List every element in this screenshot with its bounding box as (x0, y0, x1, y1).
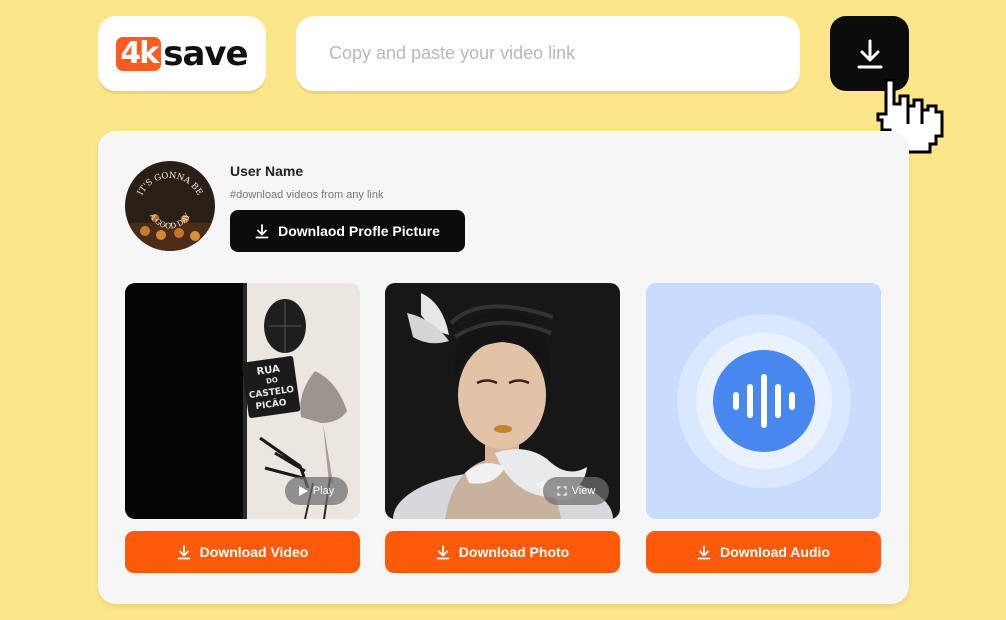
photo-thumbnail[interactable]: View (385, 283, 620, 519)
download-video-button[interactable]: Download Video (125, 531, 360, 573)
logo-mark: 4k save (116, 33, 249, 74)
download-icon (697, 544, 711, 559)
audio-thumbnail[interactable] (646, 283, 881, 519)
link-input-container (296, 16, 800, 91)
username: User Name (230, 163, 304, 179)
logo-number: 4k (116, 36, 162, 71)
download-icon (436, 544, 450, 559)
avatar: IT'S GONNA BE A GOOD DAY (125, 161, 215, 251)
download-photo-button[interactable]: Download Photo (385, 531, 620, 573)
download-audio-button[interactable]: Download Audio (646, 531, 881, 573)
download-icon (255, 223, 269, 238)
video-thumbnail[interactable]: RUA DO CASTELO PICÃO Play (125, 283, 360, 519)
video-link-input[interactable] (327, 42, 800, 65)
download-audio-label: Download Audio (720, 544, 830, 560)
download-profile-picture-label: Downlaod Profle Picture (278, 223, 440, 239)
svg-text:DO: DO (266, 376, 279, 386)
download-photo-label: Download Photo (458, 544, 570, 560)
logo-word: save (163, 33, 248, 74)
download-video-label: Download Video (199, 544, 309, 560)
play-icon (298, 486, 308, 496)
results-card: IT'S GONNA BE A GOOD DAY User Name #down… (98, 131, 909, 604)
logo[interactable]: 4k save (98, 16, 266, 91)
download-profile-picture-button[interactable]: Downlaod Profle Picture (230, 210, 465, 252)
user-tagline: #download videos from any link (230, 189, 384, 201)
download-icon (177, 544, 191, 559)
download-icon (857, 39, 882, 68)
play-chip[interactable]: Play (285, 477, 348, 505)
view-label: View (571, 485, 596, 497)
expand-icon (557, 486, 567, 496)
view-chip[interactable]: View (543, 477, 609, 505)
play-label: Play (312, 485, 335, 497)
